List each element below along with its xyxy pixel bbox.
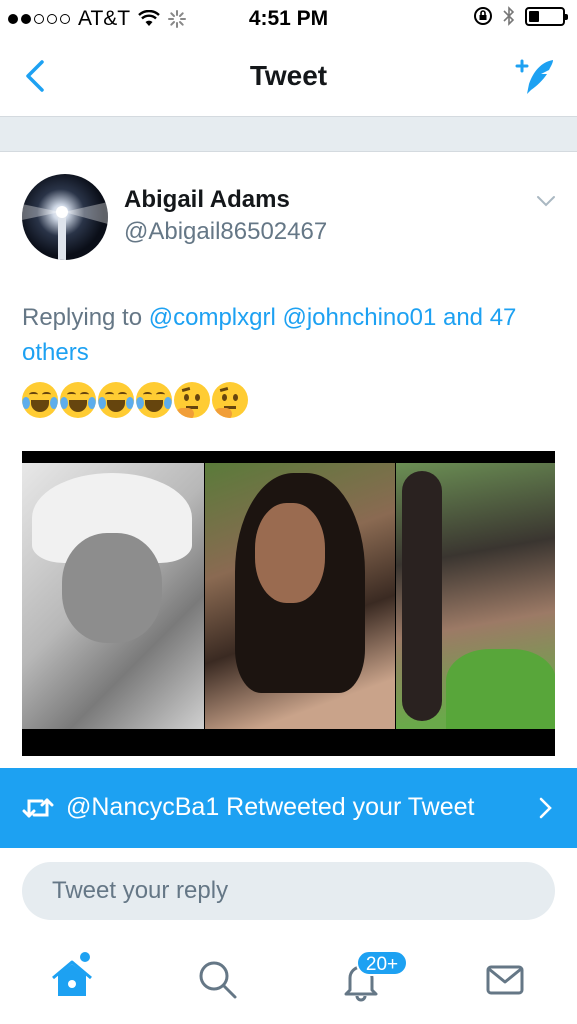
thinking-face-emoji-icon	[212, 382, 248, 418]
tears-of-joy-emoji-icon	[60, 382, 96, 418]
face-shape	[62, 533, 162, 643]
replying-prefix: Replying to	[22, 304, 143, 331]
replying-to-line: Replying to @complxgrl @johnchino01 and …	[22, 300, 552, 370]
envelope-icon[interactable]	[480, 954, 530, 1004]
author-handle[interactable]: @Abigail86502467	[124, 218, 327, 246]
face-shape	[255, 503, 325, 603]
tweet-text-emojis	[22, 382, 248, 418]
media-panel-right	[396, 463, 555, 729]
chevron-down-icon[interactable]	[535, 190, 557, 212]
thinking-face-emoji-icon	[174, 382, 210, 418]
new-tweets-dot	[80, 952, 90, 962]
reply-box	[22, 862, 555, 920]
author-name[interactable]: Abigail Adams	[124, 186, 290, 214]
orientation-lock-icon	[474, 7, 492, 25]
tears-of-joy-emoji-icon	[22, 382, 58, 418]
avatar[interactable]	[22, 174, 108, 260]
bluetooth-icon	[503, 6, 515, 26]
media-panel-left	[22, 463, 204, 729]
lighthouse-avatar-image	[22, 174, 108, 260]
nav-bar: Tweet	[0, 38, 577, 116]
mention-link[interactable]: @complxgrl	[149, 304, 276, 331]
status-bar: AT&T 4:51 PM	[0, 0, 577, 38]
mention-link[interactable]: @johnchino01	[282, 304, 436, 331]
page-title: Tweet	[249, 60, 328, 91]
retweet-banner-text: @NancycBa1 Retweeted your Tweet	[66, 793, 475, 821]
home-icon[interactable]	[47, 954, 97, 1004]
reply-input[interactable]	[22, 862, 555, 920]
media-panel-middle	[205, 463, 395, 729]
compose-tweet-icon[interactable]	[513, 54, 559, 100]
flowers-shape	[446, 649, 555, 729]
tab-bar: 20+	[0, 934, 577, 1024]
tweet-media-image[interactable]	[22, 451, 555, 756]
tears-of-joy-emoji-icon	[136, 382, 172, 418]
battery-level	[529, 10, 539, 22]
figure-shape	[402, 471, 442, 721]
replying-and[interactable]: and	[443, 304, 483, 331]
retweet-notification-banner[interactable]: @NancycBa1 Retweeted your Tweet	[0, 768, 577, 848]
separator-band	[0, 116, 577, 152]
notifications-badge: 20+	[356, 950, 408, 976]
search-icon[interactable]	[192, 954, 242, 1004]
retweet-icon	[22, 798, 54, 818]
status-right	[473, 6, 568, 26]
battery-icon	[525, 6, 568, 26]
tears-of-joy-emoji-icon	[98, 382, 134, 418]
chevron-right-icon	[539, 797, 552, 819]
